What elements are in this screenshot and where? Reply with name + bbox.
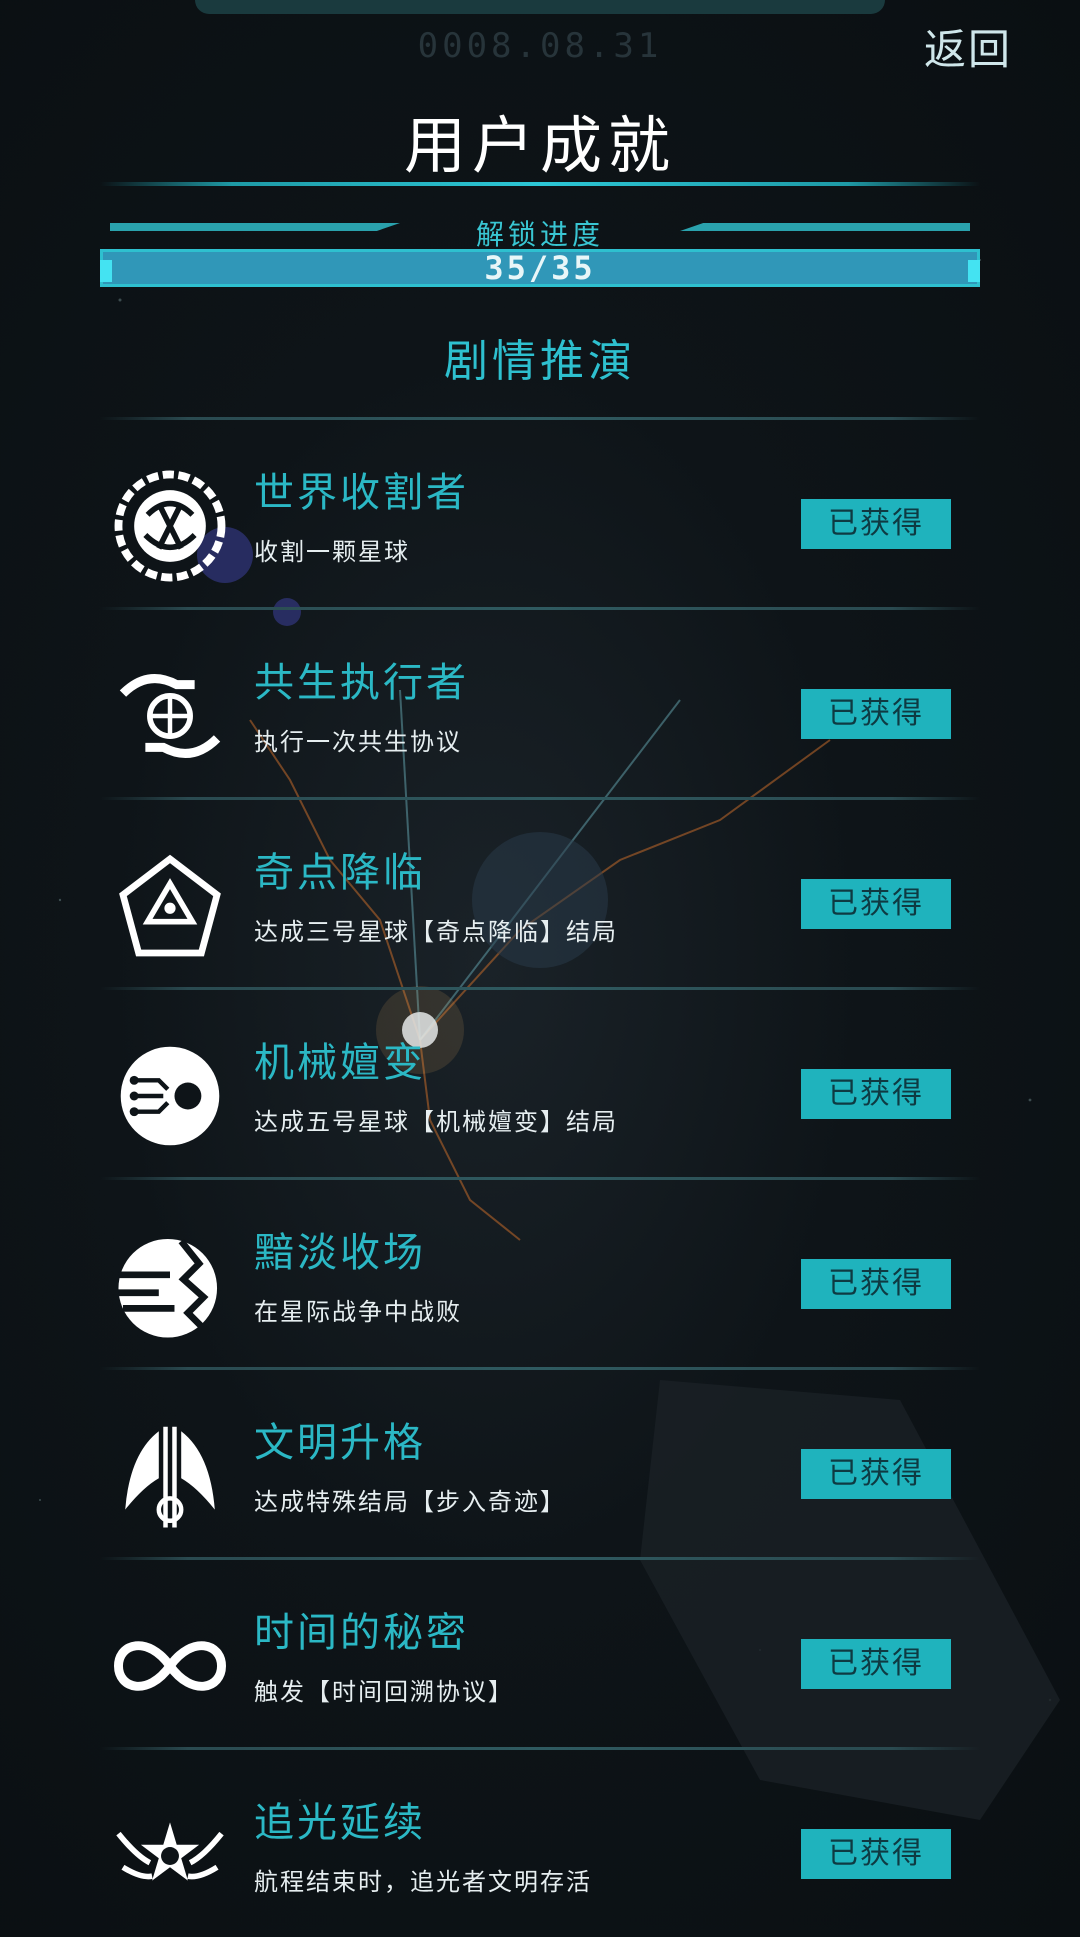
- section-title: 剧情推演: [444, 336, 636, 387]
- page-title: 用户成就: [403, 109, 676, 182]
- title-divider: [100, 182, 980, 186]
- status-badge: 已获得: [801, 499, 951, 549]
- shattered-planet-icon: [118, 1238, 218, 1338]
- winged-emblem-icon: [125, 1426, 215, 1528]
- achievement-name: 机械嬗变: [254, 1040, 426, 1086]
- achievement-description: 达成特殊结局【步入奇迹】: [254, 1488, 566, 1516]
- achievement-item: 文明升格 达成特殊结局【步入奇迹】 已获得: [100, 1370, 980, 1557]
- status-badge: 已获得: [801, 1449, 951, 1499]
- circuit-eye-icon: [120, 1046, 220, 1146]
- achievement-name: 文明升格: [254, 1420, 426, 1466]
- infinity-icon: [114, 1641, 226, 1691]
- achievement-item: 世界收割者 收割一颗星球 已获得: [100, 420, 980, 607]
- achievement-item: 机械嬗变 达成五号星球【机械嬗变】结局 已获得: [100, 990, 980, 1177]
- achievement-item: 奇点降临 达成三号星球【奇点降临】结局 已获得: [100, 800, 980, 987]
- status-badge: 已获得: [801, 1069, 951, 1119]
- status-badge: 已获得: [801, 1639, 951, 1689]
- achievement-description: 达成三号星球【奇点降临】结局: [254, 918, 618, 946]
- achievement-name: 追光延续: [254, 1800, 426, 1846]
- status-badge: 已获得: [801, 689, 951, 739]
- achievement-description: 执行一次共生协议: [254, 728, 462, 756]
- achievement-item: 时间的秘密 触发【时间回溯协议】 已获得: [100, 1560, 980, 1747]
- progress-label: 解锁进度: [475, 218, 604, 251]
- achievement-description: 在星际战争中战败: [254, 1298, 462, 1326]
- hand-globe-icon: [119, 674, 221, 758]
- achievement-list: 世界收割者 收割一颗星球 已获得 共生执行者 执行一次共生协议 已获得 奇点降临…: [100, 417, 980, 1937]
- achievement-description: 收割一颗星球: [254, 538, 410, 566]
- back-button[interactable]: 返回: [924, 16, 1012, 77]
- status-badge: 已获得: [801, 1829, 951, 1879]
- achievement-description: 触发【时间回溯协议】: [254, 1678, 514, 1706]
- status-badge: 已获得: [801, 879, 951, 929]
- planet-harvester-icon: [114, 470, 226, 582]
- achievement-name: 奇点降临: [254, 850, 426, 896]
- achievement-description: 达成五号星球【机械嬗变】结局: [254, 1108, 618, 1136]
- achievement-description: 航程结束时，追光者文明存活: [254, 1868, 592, 1896]
- achievement-item: 共生执行者 执行一次共生协议 已获得: [100, 610, 980, 797]
- top-frame-bar: [195, 0, 885, 14]
- triangle-cycle-icon: [119, 854, 221, 957]
- progress-count: 35/35: [484, 249, 596, 287]
- achievement-name: 世界收割者: [254, 470, 469, 516]
- game-date: 0008.08.31: [417, 26, 663, 66]
- achievement-item: 追光延续 航程结束时，追光者文明存活 已获得: [100, 1750, 980, 1937]
- unlock-progress: 解锁进度 35/35: [100, 213, 980, 293]
- status-badge: 已获得: [801, 1259, 951, 1309]
- achievement-name: 黯淡收场: [254, 1230, 426, 1276]
- achievement-name: 共生执行者: [254, 660, 469, 706]
- achievement-name: 时间的秘密: [254, 1610, 469, 1656]
- winged-star-icon: [116, 1822, 224, 1881]
- achievement-item: 黯淡收场 在星际战争中战败 已获得: [100, 1180, 980, 1367]
